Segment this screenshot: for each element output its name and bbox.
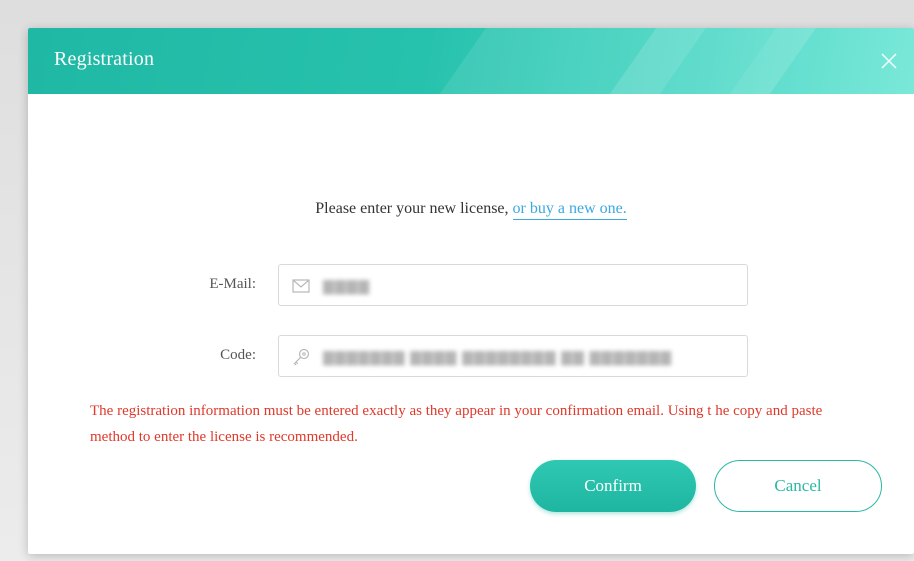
dialog-titlebar: Registration — [28, 28, 914, 94]
email-input[interactable] — [321, 265, 743, 307]
key-icon — [291, 347, 311, 367]
close-icon — [878, 50, 900, 72]
code-field-container[interactable] — [278, 335, 748, 378]
close-button[interactable] — [878, 50, 900, 72]
dialog-title: Registration — [54, 48, 155, 70]
warning-message: The registration information must be ent… — [90, 403, 823, 445]
buy-license-link[interactable]: or buy a new one. — [512, 200, 627, 220]
cancel-button[interactable]: Cancel — [714, 460, 882, 512]
email-field-container[interactable] — [278, 264, 748, 307]
prompt-text: Please enter your new license, — [315, 200, 509, 217]
code-input[interactable] — [321, 336, 743, 378]
code-label: Code: — [220, 347, 256, 363]
mail-icon — [291, 276, 311, 296]
license-prompt: Please enter your new license, or buy a … — [28, 200, 914, 220]
registration-dialog: Registration Please enter your new licen… — [28, 28, 914, 554]
confirm-button[interactable]: Confirm — [530, 460, 696, 512]
email-label: E-Mail: — [209, 276, 256, 292]
